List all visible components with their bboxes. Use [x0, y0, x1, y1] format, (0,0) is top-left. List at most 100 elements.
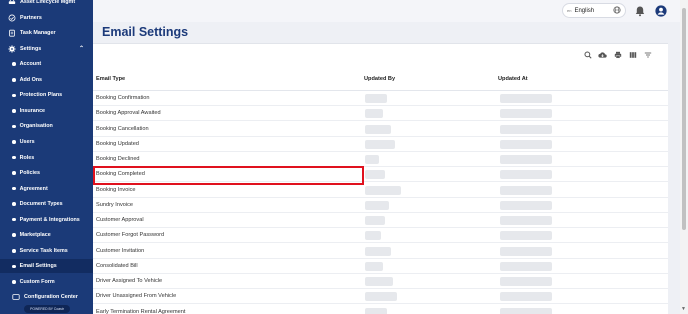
table-row[interactable]: Customer Approval	[93, 213, 668, 228]
email-type-cell: Booking Invoice	[96, 186, 136, 193]
table-row[interactable]: Customer Forgot Password	[93, 228, 668, 244]
bullet-icon	[12, 171, 16, 175]
sidebar-item-email-settings[interactable]: Email Settings	[0, 259, 93, 274]
updated-at-cell-redacted	[500, 307, 552, 314]
notification-bell-icon[interactable]	[634, 4, 646, 17]
sidebar-item-custom-form[interactable]: Custom Form	[0, 275, 93, 289]
email-type-cell: Driver Assigned To Vehicle	[96, 278, 163, 284]
scroll-down-arrow-icon[interactable]: ▼	[681, 306, 686, 312]
table-row[interactable]: Driver Unassigned From Vehicle	[93, 289, 668, 305]
updated-at-cell-redacted	[500, 170, 552, 180]
sidebar-item-label: Agreement	[19, 185, 48, 192]
updated-at-cell-redacted	[500, 200, 552, 210]
table-row[interactable]: Sundry Invoice	[93, 198, 668, 213]
page-title: Email Settings	[102, 25, 189, 39]
updated-at-cell-redacted	[500, 94, 552, 103]
column-header-updated-at[interactable]: Updated At	[498, 76, 528, 82]
email-type-cell: Booking Cancellation	[96, 125, 149, 132]
car-icon	[8, 0, 16, 6]
column-header-updated-by[interactable]: Updated By	[364, 76, 395, 82]
table-row[interactable]: Booking Approval Awaited	[93, 106, 668, 122]
column-header-email-type[interactable]: Email Type	[96, 76, 125, 82]
sidebar-item-users[interactable]: Users	[0, 135, 93, 149]
table-row[interactable]: Driver Assigned To Vehicle	[93, 274, 668, 289]
sidebar-item-label: Asset Lifecycle Mgmt	[20, 0, 76, 5]
sidebar-item-protection-plans[interactable]: Protection Plans	[0, 88, 93, 102]
sidebar-item-label: Settings	[20, 45, 42, 52]
user-avatar-icon[interactable]	[655, 4, 667, 17]
sidebar-item-label: Task Manager	[20, 30, 56, 37]
email-type-cell: Booking Approval Awaited	[96, 110, 161, 117]
updated-at-cell-redacted	[500, 124, 552, 134]
chevron-up-icon: ⌃	[78, 46, 84, 53]
bullet-icon	[12, 217, 16, 222]
language-selector[interactable]: en English	[562, 3, 626, 18]
updated-by-cell-redacted	[365, 231, 381, 241]
email-type-cell: Customer Approval	[96, 217, 144, 223]
sidebar-item-label: Organisation	[19, 123, 53, 130]
updated-at-cell-redacted	[500, 216, 552, 225]
updated-by-cell-redacted	[365, 185, 401, 195]
bullet-icon	[12, 233, 16, 238]
sidebar-item-payment-and-integrations[interactable]: Payment & Integrations	[0, 213, 93, 227]
sidebar-item-label: Service Task Items	[19, 247, 68, 254]
sidebar-item-account[interactable]: Account	[0, 57, 93, 71]
sidebar-item-organisation[interactable]: Organisation	[0, 119, 93, 133]
bullet-icon	[12, 124, 16, 129]
bullet-icon	[12, 264, 16, 269]
sidebar-item-add-ons[interactable]: Add Ons	[0, 73, 93, 87]
sidebar-item-task-manager[interactable]: Task Manager	[0, 26, 93, 40]
scrollbar-thumb[interactable]	[682, 8, 686, 230]
sidebar-item-document-types[interactable]: Document Types	[0, 197, 93, 211]
sidebar-item-roles[interactable]: Roles	[0, 151, 93, 165]
email-type-cell: Sundry Invoice	[96, 201, 134, 208]
sidebar-item-label: Account	[19, 61, 42, 68]
updated-by-cell-redacted	[365, 216, 385, 225]
sidebar-item-label: Payment & Integrations	[19, 216, 80, 223]
email-type-cell: Booking Updated	[96, 140, 139, 147]
sidebar-item-asset-lifecycle-mgmt[interactable]: Asset Lifecycle Mgmt	[0, 0, 93, 9]
sidebar-item-marketplace[interactable]: Marketplace	[0, 228, 93, 242]
updated-at-cell-redacted	[500, 185, 552, 195]
table-row[interactable]: Booking Confirmation	[93, 91, 668, 106]
table-row[interactable]: Booking Declined	[93, 152, 668, 167]
sidebar: Asset Lifecycle Mgmt Partners Task Manager…	[0, 0, 93, 314]
sidebar-item-policies[interactable]: Policies	[0, 166, 93, 180]
sidebar-item-settings[interactable]: Settings ⌃	[0, 42, 93, 56]
updated-by-cell-redacted	[365, 277, 393, 286]
print-icon[interactable]	[613, 50, 622, 59]
table-row[interactable]: Customer Invitation	[93, 244, 668, 259]
table-row[interactable]: Early Termination Rental Agreement	[93, 305, 668, 314]
sidebar-item-service-task-items[interactable]: Service Task Items	[0, 244, 93, 258]
cloud-download-icon[interactable]	[598, 50, 607, 59]
email-type-cell: Early Termination Rental Agreement	[96, 308, 186, 314]
sidebar-item-label: Roles	[19, 154, 35, 161]
sidebar-item-configuration-center[interactable]: Configuration Center	[0, 290, 93, 304]
table-row[interactable]: Consolidated Bill	[93, 259, 668, 274]
updated-by-cell-redacted	[365, 124, 391, 134]
bullet-icon	[12, 249, 16, 253]
sidebar-item-insurance[interactable]: Insurance	[0, 104, 93, 118]
updated-by-cell-redacted	[365, 200, 389, 210]
sidebar-item-partners[interactable]: Partners	[0, 11, 93, 25]
updated-by-cell-redacted	[365, 246, 391, 256]
bullet-icon	[12, 202, 16, 206]
sidebar-item-label: Marketplace	[19, 232, 51, 239]
updated-by-cell-redacted	[365, 139, 395, 149]
columns-icon[interactable]	[628, 50, 637, 59]
email-type-cell: Consolidated Bill	[96, 262, 138, 269]
table-row[interactable]: Booking Updated	[93, 137, 668, 152]
updated-at-cell-redacted	[500, 292, 552, 302]
sidebar-item-label: Partners	[20, 14, 42, 21]
sidebar-item-agreement[interactable]: Agreement	[0, 182, 93, 196]
search-icon[interactable]	[583, 50, 592, 59]
sidebar-item-label: Document Types	[19, 201, 63, 208]
updated-by-cell-redacted	[365, 292, 397, 302]
bullet-icon	[12, 77, 16, 82]
updated-at-cell-redacted	[500, 261, 552, 271]
handshake-icon	[8, 14, 16, 22]
filter-icon[interactable]	[643, 50, 652, 59]
updated-by-cell-redacted	[365, 307, 387, 314]
updated-at-cell-redacted	[500, 246, 552, 256]
table-row[interactable]: Booking Cancellation	[93, 122, 668, 137]
